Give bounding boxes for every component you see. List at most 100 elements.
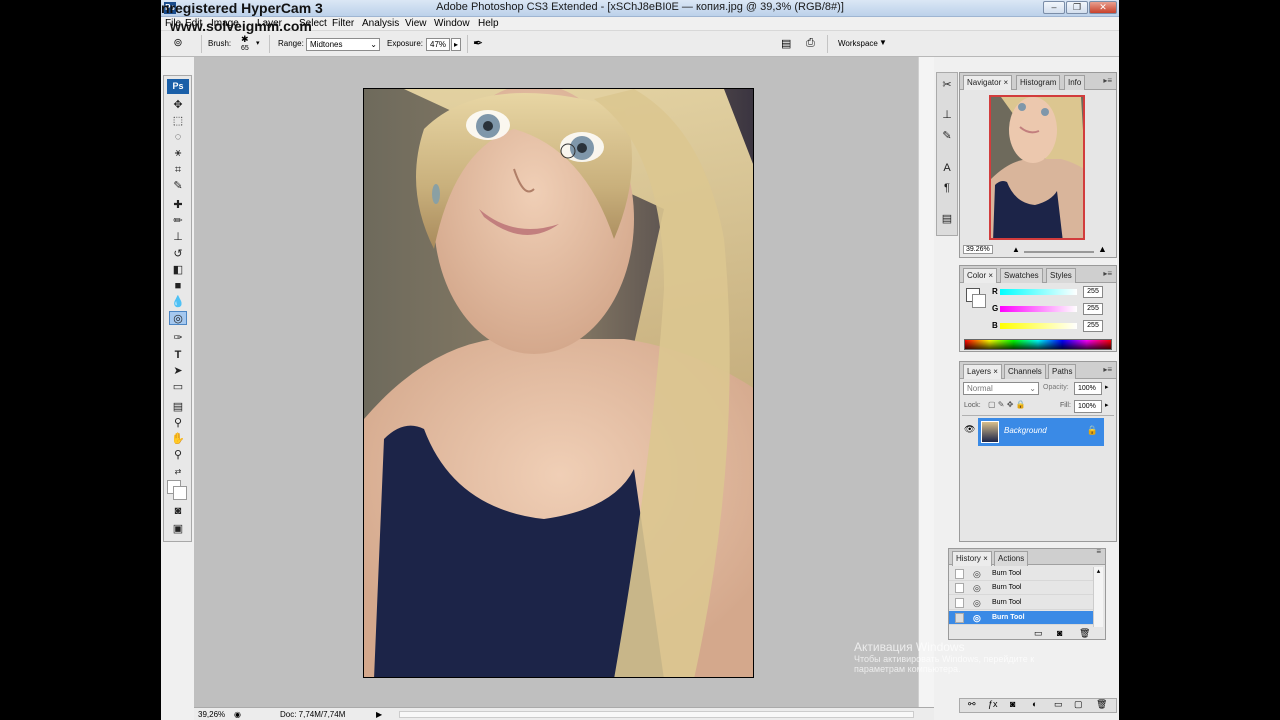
exposure-input[interactable]: 47% <box>426 38 450 51</box>
ps-logo[interactable]: Ps <box>167 79 189 94</box>
snapshot-checkbox[interactable] <box>955 569 964 579</box>
blur-tool-icon[interactable]: 💧 <box>169 295 187 309</box>
link-layers-icon[interactable]: ⚯ <box>968 699 976 710</box>
magic-wand-tool-icon[interactable]: ⚹ <box>169 146 187 160</box>
lasso-tool-icon[interactable]: ◌ <box>169 130 187 144</box>
tab-swatches[interactable]: Swatches <box>1000 268 1043 283</box>
quick-mask-icon[interactable]: ◙ <box>169 504 187 518</box>
clone-stamp-tool-icon[interactable]: ⊥ <box>169 230 187 244</box>
adjustment-layer-icon[interactable]: ◐ <box>1032 699 1037 709</box>
palette-well-icon[interactable]: ▤ <box>781 37 791 50</box>
navigator-thumbnail[interactable] <box>989 95 1085 240</box>
tab-histogram[interactable]: Histogram <box>1016 75 1061 90</box>
canvas-area[interactable] <box>194 57 934 707</box>
new-snapshot-icon[interactable]: ◙ <box>1057 628 1062 638</box>
history-item[interactable]: ◎ Burn Tool <box>949 581 1093 595</box>
history-item[interactable]: ◎ Burn Tool <box>949 567 1093 581</box>
opacity-slider-button[interactable]: ▸ <box>1105 383 1109 391</box>
vertical-scrollbar[interactable] <box>918 57 934 707</box>
snapshot-checkbox[interactable] <box>955 613 964 623</box>
tab-layers[interactable]: Layers × <box>963 364 1002 379</box>
color-spectrum-ramp[interactable] <box>964 339 1112 350</box>
eye-icon[interactable]: 👁 <box>964 424 975 435</box>
maximize-button[interactable]: ❐ <box>1066 1 1088 14</box>
bridge-icon[interactable]: ⎙ <box>806 37 815 50</box>
panel-menu-icon[interactable]: ▸≡ <box>1103 365 1112 374</box>
clone-source-icon[interactable]: ⊥ <box>939 108 955 123</box>
menu-view[interactable]: View <box>405 18 427 29</box>
history-item-selected[interactable]: ◎ Burn Tool <box>949 611 1093 625</box>
close-button[interactable]: ✕ <box>1089 1 1117 14</box>
panel-menu-icon[interactable]: ≡ <box>1096 547 1101 556</box>
eraser-tool-icon[interactable]: ◧ <box>169 263 187 277</box>
layer-row-background[interactable]: Background 🔒 <box>978 418 1104 446</box>
pen-tool-icon[interactable]: ✑ <box>169 331 187 345</box>
paragraph-icon[interactable]: ¶ <box>939 181 955 196</box>
menu-edit[interactable]: Edit <box>185 18 202 29</box>
layer-mask-icon[interactable]: ◙ <box>1010 699 1015 709</box>
snapshot-checkbox[interactable] <box>955 583 964 593</box>
burn-tool-icon[interactable]: ◎ <box>169 311 187 325</box>
channel-g-value[interactable]: 255 <box>1083 303 1103 315</box>
path-selection-tool-icon[interactable]: ➤ <box>169 364 187 378</box>
zoom-out-icon[interactable]: ▲ <box>1012 245 1020 254</box>
zoom-level[interactable]: 39,26% <box>198 710 225 719</box>
tools-collapse-icon[interactable]: ✂ <box>939 78 955 93</box>
tab-styles[interactable]: Styles <box>1046 268 1076 283</box>
menu-file[interactable]: File <box>165 18 181 29</box>
tab-channels[interactable]: Channels <box>1004 364 1046 379</box>
channel-r-value[interactable]: 255 <box>1083 286 1103 298</box>
zoom-slider[interactable] <box>1024 251 1094 253</box>
document-image[interactable] <box>363 88 754 678</box>
screen-mode-icon[interactable]: ▣ <box>169 522 187 536</box>
tab-info[interactable]: Info <box>1064 75 1086 90</box>
lock-icons[interactable]: ▢ ✎ ✥ 🔒 <box>988 400 1026 409</box>
new-document-from-state-icon[interactable]: ▭ <box>1034 628 1043 639</box>
status-icon[interactable]: ◉ <box>234 710 241 719</box>
history-brush-tool-icon[interactable]: ↺ <box>169 247 187 261</box>
tab-actions[interactable]: Actions <box>994 551 1029 566</box>
eyedropper-tool-icon[interactable]: ⚲ <box>169 416 187 430</box>
horizontal-scrollbar[interactable] <box>399 711 914 718</box>
new-layer-icon[interactable]: ▢ <box>1074 699 1083 710</box>
history-scrollbar[interactable]: ▴ <box>1093 567 1103 627</box>
zoom-in-icon[interactable]: ▲ <box>1098 244 1107 254</box>
opacity-input[interactable]: 100% <box>1074 382 1102 395</box>
brush-dropdown-icon[interactable]: ▾ <box>256 39 260 47</box>
tab-paths[interactable]: Paths <box>1048 364 1077 379</box>
burn-tool-preset-icon[interactable]: ⊚ <box>169 36 187 50</box>
hand-tool-icon[interactable]: ✋ <box>169 432 187 446</box>
tab-history[interactable]: History × <box>952 551 992 566</box>
menu-layer[interactable]: Layer <box>257 18 282 29</box>
healing-brush-tool-icon[interactable]: ✚ <box>169 198 187 212</box>
slice-tool-icon[interactable]: ✎ <box>169 179 187 193</box>
zoom-tool-icon[interactable]: ⚲ <box>169 448 187 462</box>
channel-r-slider[interactable] <box>1000 289 1077 295</box>
tab-color[interactable]: Color × <box>963 268 998 283</box>
chevron-down-icon[interactable]: ▼ <box>879 38 887 47</box>
history-list[interactable]: ◎ Burn Tool ◎ Burn Tool ◎ Burn Tool ◎ Burn T… <box>949 567 1105 627</box>
layer-style-icon[interactable]: ƒx <box>988 699 998 709</box>
menu-analysis[interactable]: Analysis <box>362 18 399 29</box>
navigator-zoom[interactable]: 39.26% <box>963 245 993 254</box>
range-select[interactable]: Midtones ⌄ <box>306 38 380 51</box>
minimize-button[interactable]: – <box>1043 1 1065 14</box>
background-color-swatch[interactable] <box>173 486 187 500</box>
type-tool-icon[interactable]: T <box>169 348 187 362</box>
gradient-tool-icon[interactable]: ■ <box>169 279 187 293</box>
delete-layer-icon[interactable]: 🗑 <box>1096 699 1107 710</box>
marquee-tool-icon[interactable]: ⬚ <box>169 114 187 128</box>
blend-mode-select[interactable]: Normal ⌄ <box>963 382 1039 395</box>
delete-state-icon[interactable]: 🗑 <box>1079 628 1090 639</box>
fill-slider-button[interactable]: ▸ <box>1105 401 1109 409</box>
airbrush-icon[interactable]: ✒ <box>473 36 483 50</box>
brushes-icon[interactable]: ✎ <box>939 129 955 144</box>
channel-b-slider[interactable] <box>1000 323 1077 329</box>
menu-window[interactable]: Window <box>434 18 470 29</box>
swap-colors-icon[interactable]: ⇄ <box>169 465 187 479</box>
status-menu-arrow-icon[interactable]: ▶ <box>376 710 382 719</box>
workspace-button[interactable]: Workspace <box>838 39 878 48</box>
exposure-slider-button[interactable]: ▸ <box>451 38 461 51</box>
panel-menu-icon[interactable]: ▸≡ <box>1103 269 1112 278</box>
background-color-chip[interactable] <box>972 294 986 308</box>
